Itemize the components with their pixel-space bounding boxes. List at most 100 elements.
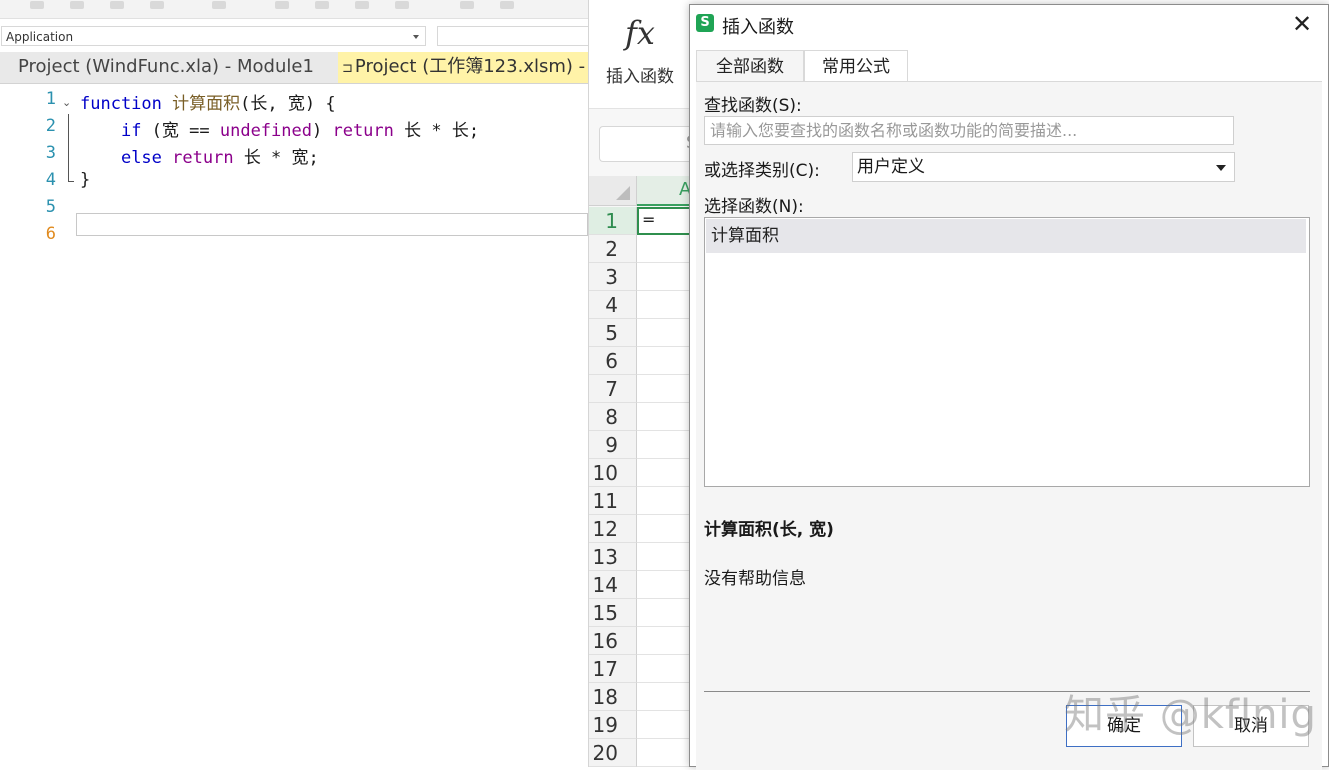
row-header[interactable]: 12 [589,515,637,543]
row-header[interactable]: 18 [589,683,637,711]
toolbar-icon[interactable] [70,1,84,9]
row-header[interactable]: 1 [589,207,637,235]
toolbar-icon[interactable] [212,1,226,9]
object-combo[interactable]: Application [1,26,426,46]
row-header[interactable]: 11 [589,487,637,515]
cell[interactable] [637,319,691,347]
fold-guide [68,114,69,182]
row-header[interactable]: 7 [589,375,637,403]
row-header[interactable]: 20 [589,739,637,767]
insert-function-dialog: S 插入函数 ✕ 全部函数 常用公式 查找函数(S): 或选择类别(C): 用户… [689,4,1329,770]
active-cell[interactable]: = [637,207,691,235]
row-header[interactable]: 16 [589,627,637,655]
toolbar-icon[interactable] [275,1,289,9]
cell[interactable] [637,683,691,711]
wps-app-icon: S [696,14,714,32]
tab-common-formulas[interactable]: 常用公式 [804,50,908,82]
column-header-a[interactable]: A [637,176,691,206]
toolbar-icon[interactable] [150,1,164,9]
cell[interactable] [637,739,691,767]
line-number: 3 [45,143,56,163]
tab-label: Project (WindFunc.xla) - Module1 [18,56,314,77]
procedure-combo[interactable] [437,26,589,46]
cell[interactable] [637,543,691,571]
tab-workbook-module[interactable]: ⊐Project (工作簿123.xlsm) - Module1 [338,52,588,83]
select-function-label: 选择函数(N): [704,197,804,217]
tab-panel: 查找函数(S): 或选择类别(C): 用户定义 选择函数(N): 计算面积 计算… [696,81,1322,770]
spreadsheet: fx 插入函数 S A 1=23456789101112131415161718… [588,0,697,767]
row-header[interactable]: 13 [589,543,637,571]
current-line-highlight [76,213,588,236]
cell[interactable] [637,291,691,319]
toolbar-icon[interactable] [460,1,474,9]
toolbar-icon[interactable] [355,1,369,9]
function-signature: 计算面积(长, 宽) [704,520,834,540]
row-header[interactable]: 5 [589,319,637,347]
code-line-1: function 计算面积(长, 宽) { [80,94,336,114]
watermark: 知乎 @kflnig [1064,692,1317,738]
cell[interactable] [637,263,691,291]
cell[interactable] [637,599,691,627]
line-number-current: 6 [45,224,56,244]
dialog-titlebar[interactable]: S 插入函数 ✕ [690,5,1328,43]
insert-function-button[interactable]: fx 插入函数 [589,0,691,109]
row-header[interactable]: 6 [589,347,637,375]
cell[interactable] [637,431,691,459]
cell[interactable] [637,571,691,599]
row-header[interactable]: 2 [589,235,637,263]
fx-icon: fx [625,14,655,52]
row-header[interactable]: 4 [589,291,637,319]
line-number: 2 [45,116,56,136]
close-button[interactable]: ✕ [1288,11,1316,39]
line-number: 4 [45,170,56,190]
row-header[interactable]: 17 [589,655,637,683]
toolbar-icon[interactable] [395,1,409,9]
list-item[interactable]: 计算面积 [706,219,1306,253]
line-number: 1 [45,89,56,109]
code-line-3: else return 长 * 宽; [120,148,319,168]
search-input[interactable] [704,116,1234,145]
row-header[interactable]: 8 [589,403,637,431]
row-header[interactable]: 14 [589,571,637,599]
fold-toggle-icon[interactable]: ⌄ [62,96,71,109]
line-number: 5 [45,197,56,217]
toolbar-icon[interactable] [110,1,124,9]
toolbar-icon[interactable] [30,1,44,9]
function-help-text: 没有帮助信息 [704,569,806,589]
cell[interactable] [637,655,691,683]
cell[interactable] [637,459,691,487]
category-select[interactable]: 用户定义 [852,152,1235,182]
search-label: 查找函数(S): [704,96,802,116]
tab-all-functions[interactable]: 全部函数 [696,50,804,82]
cell[interactable] [637,347,691,375]
cell[interactable] [637,235,691,263]
code-editor[interactable]: 1 2 3 4 5 6 ⌄ function 计算面积(长, 宽) { if (… [0,84,588,767]
fold-guide-end [68,181,74,182]
toolbar-icon[interactable] [315,1,329,9]
cell[interactable] [637,711,691,739]
tab-label: Project (工作簿123.xlsm) - Module1 [354,56,588,77]
row-header[interactable]: 15 [589,599,637,627]
row-header[interactable]: 10 [589,459,637,487]
code-line-4: } [80,170,91,190]
dialog-tab-bar: 全部函数 常用公式 [696,50,1324,82]
cell[interactable] [637,375,691,403]
function-list[interactable]: 计算面积 [704,217,1310,487]
row-header[interactable]: 9 [589,431,637,459]
select-all-corner[interactable] [589,176,637,206]
cell[interactable] [637,515,691,543]
category-value: 用户定义 [857,157,925,177]
code-line-2: if (宽 == undefined) return 长 * 长; [120,121,480,141]
toolbar-icon[interactable] [500,1,514,9]
editor-toolbar [0,0,588,19]
tab-windfunc-module[interactable]: Project (WindFunc.xla) - Module1 [0,52,336,83]
insert-function-label: 插入函数 [606,67,674,87]
row-header[interactable]: 3 [589,263,637,291]
cell[interactable] [637,403,691,431]
object-combo-value: Application [6,30,74,44]
cell[interactable] [637,627,691,655]
formula-bar[interactable]: S [599,126,697,162]
row-header[interactable]: 19 [589,711,637,739]
chevron-down-icon [1216,165,1226,171]
cell[interactable] [637,487,691,515]
